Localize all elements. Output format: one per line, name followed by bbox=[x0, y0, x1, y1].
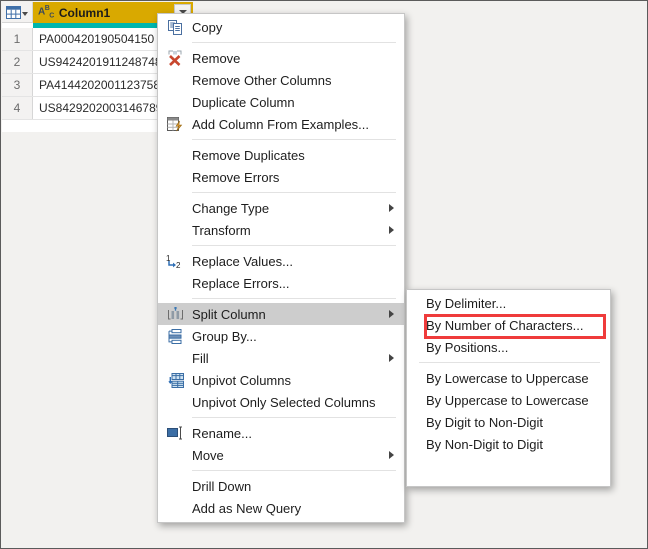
menu-item-unpivot-columns[interactable]: Unpivot Columns bbox=[158, 369, 404, 391]
menu-item-icon-slot: 12 bbox=[158, 254, 192, 270]
menu-item-label: Rename... bbox=[192, 425, 252, 441]
menu-separator bbox=[192, 417, 396, 418]
submenu-arrow-icon bbox=[389, 226, 394, 234]
menu-item-unpivot-only-selected-columns[interactable]: Unpivot Only Selected Columns bbox=[158, 391, 404, 413]
menu-item-label: By Number of Characters... bbox=[426, 317, 584, 333]
split-column-icon bbox=[167, 305, 184, 322]
menu-item-label: By Delimiter... bbox=[426, 295, 507, 311]
menu-separator bbox=[192, 245, 396, 246]
menu-item-by-non-digit-to-digit[interactable]: By Non-Digit to Digit bbox=[407, 433, 610, 455]
menu-item-by-digit-to-non-digit[interactable]: By Digit to Non-Digit bbox=[407, 411, 610, 433]
column-context-menu: Copy Remove Remove Other Columns Duplicate … bbox=[157, 13, 405, 523]
menu-item-copy[interactable]: Copy bbox=[158, 16, 404, 38]
menu-item-icon-slot bbox=[158, 372, 192, 388]
menu-item-label: Unpivot Columns bbox=[192, 372, 291, 388]
menu-item-move[interactable]: Move bbox=[158, 444, 404, 466]
menu-item-icon-slot bbox=[158, 426, 192, 440]
menu-item-label: Change Type bbox=[192, 200, 270, 216]
menu-separator bbox=[192, 470, 396, 471]
menu-item-replace-errors[interactable]: Replace Errors... bbox=[158, 272, 404, 294]
split-column-submenu: By Delimiter... By Number of Characters..… bbox=[406, 289, 611, 487]
menu-item-label: Remove Other Columns bbox=[192, 72, 332, 88]
menu-item-group-by[interactable]: Group By... bbox=[158, 325, 404, 347]
menu-item-label: Drill Down bbox=[192, 478, 252, 494]
menu-item-label: Remove Duplicates bbox=[192, 147, 305, 163]
menu-item-by-positions[interactable]: By Positions... bbox=[407, 336, 610, 358]
group-by-icon bbox=[167, 328, 184, 344]
row-number: 2 bbox=[2, 51, 33, 73]
menu-item-add-as-new-query[interactable]: Add as New Query bbox=[158, 497, 404, 519]
menu-separator bbox=[192, 139, 396, 140]
menu-item-label: Transform bbox=[192, 222, 251, 238]
menu-item-label: Add as New Query bbox=[192, 500, 302, 516]
menu-item-icon-slot bbox=[158, 305, 192, 322]
menu-item-label: Remove bbox=[192, 50, 241, 66]
menu-item-label: Replace Errors... bbox=[192, 275, 290, 291]
menu-item-label: By Positions... bbox=[426, 339, 509, 355]
menu-item-label: Group By... bbox=[192, 328, 257, 344]
select-all-table-button[interactable] bbox=[2, 2, 33, 23]
submenu-arrow-icon bbox=[389, 451, 394, 459]
menu-item-icon-slot bbox=[158, 328, 192, 344]
menu-separator bbox=[419, 362, 600, 363]
menu-item-label: Split Column bbox=[192, 306, 266, 322]
menu-item-by-number-of-characters[interactable]: By Number of Characters... bbox=[407, 314, 610, 336]
menu-item-icon-slot bbox=[158, 50, 192, 66]
menu-item-change-type[interactable]: Change Type bbox=[158, 197, 404, 219]
menu-item-label: Unpivot Only Selected Columns bbox=[192, 394, 376, 410]
menu-item-transform[interactable]: Transform bbox=[158, 219, 404, 241]
submenu-arrow-icon bbox=[389, 204, 394, 212]
menu-item-duplicate-column[interactable]: Duplicate Column bbox=[158, 91, 404, 113]
add-column-from-examples-icon bbox=[167, 116, 183, 132]
menu-item-rename[interactable]: Rename... bbox=[158, 422, 404, 444]
menu-item-label: By Digit to Non-Digit bbox=[426, 414, 544, 430]
remove-column-icon bbox=[167, 50, 183, 66]
unpivot-columns-icon bbox=[167, 372, 184, 388]
menu-separator bbox=[192, 42, 396, 43]
app-window: ABC Column1 1 PA000420190504150 2 US9424… bbox=[0, 0, 648, 549]
row-number: 4 bbox=[2, 97, 33, 119]
menu-item-remove[interactable]: Remove bbox=[158, 47, 404, 69]
rename-icon bbox=[166, 426, 184, 440]
menu-item-label: Duplicate Column bbox=[192, 94, 295, 110]
submenu-arrow-icon bbox=[389, 354, 394, 362]
menu-item-label: Move bbox=[192, 447, 224, 463]
menu-separator bbox=[192, 192, 396, 193]
menu-item-label: Copy bbox=[192, 19, 223, 35]
menu-item-label: By Uppercase to Lowercase bbox=[426, 392, 589, 408]
menu-item-label: Fill bbox=[192, 350, 209, 366]
table-icon bbox=[6, 5, 21, 19]
menu-item-by-delimiter[interactable]: By Delimiter... bbox=[407, 292, 610, 314]
menu-item-label: By Non-Digit to Digit bbox=[426, 436, 544, 452]
menu-item-add-column-from-examples[interactable]: Add Column From Examples... bbox=[158, 113, 404, 135]
submenu-arrow-icon bbox=[389, 310, 394, 318]
menu-item-remove-other-columns[interactable]: Remove Other Columns bbox=[158, 69, 404, 91]
menu-item-icon-slot bbox=[158, 19, 192, 35]
copy-icon bbox=[167, 19, 183, 35]
svg-text:2: 2 bbox=[176, 261, 181, 269]
menu-item-label: Replace Values... bbox=[192, 253, 293, 269]
menu-item-drill-down[interactable]: Drill Down bbox=[158, 475, 404, 497]
menu-item-label: Remove Errors bbox=[192, 169, 280, 185]
menu-item-remove-duplicates[interactable]: Remove Duplicates bbox=[158, 144, 404, 166]
column-header-label: Column1 bbox=[58, 5, 111, 20]
menu-item-replace-values[interactable]: 1 2 Replace Values... bbox=[158, 250, 404, 272]
row-number: 1 bbox=[2, 28, 33, 50]
menu-item-fill[interactable]: Fill bbox=[158, 347, 404, 369]
menu-item-by-lowercase-to-uppercase[interactable]: By Lowercase to Uppercase bbox=[407, 367, 610, 389]
menu-item-by-uppercase-to-lowercase[interactable]: By Uppercase to Lowercase bbox=[407, 389, 610, 411]
chevron-down-icon bbox=[22, 11, 28, 16]
menu-item-icon-slot bbox=[158, 116, 192, 132]
abc-text-type-icon: ABC bbox=[38, 5, 54, 20]
menu-item-remove-errors[interactable]: Remove Errors bbox=[158, 166, 404, 188]
menu-item-label: By Lowercase to Uppercase bbox=[426, 370, 589, 386]
menu-item-split-column[interactable]: Split Column bbox=[158, 303, 404, 325]
menu-separator bbox=[192, 298, 396, 299]
menu-item-label: Add Column From Examples... bbox=[192, 116, 370, 132]
row-number: 3 bbox=[2, 74, 33, 96]
replace-values-icon: 12 bbox=[166, 254, 184, 270]
